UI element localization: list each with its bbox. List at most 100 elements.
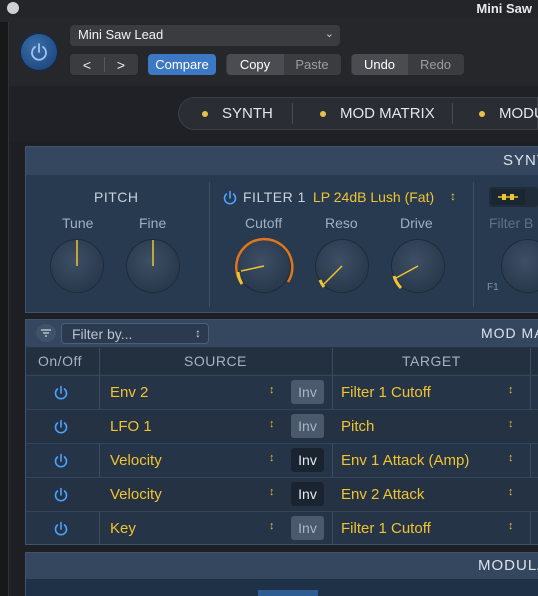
col-onoff: On/Off [38,353,82,369]
filter-power-icon[interactable] [222,190,238,206]
cutoff-knob[interactable] [235,237,294,292]
view-tabbar: SYNTH MOD MATRIX MODU [178,97,538,130]
source-select[interactable]: Key [110,520,136,537]
inv-button[interactable]: Inv [291,380,324,404]
filter-icon[interactable] [36,324,56,342]
drive-label: Drive [400,215,433,231]
target-select[interactable]: Env 2 Attack [341,486,424,503]
tab-divider [292,103,293,124]
tune-knob[interactable] [51,233,103,292]
inv-button[interactable]: Inv [291,516,324,540]
tab-synth[interactable]: SYNTH [202,97,273,130]
updown-chevron-icon: ↕ [269,486,275,498]
updown-chevron-icon: ↕ [269,520,275,532]
filter1-label: FILTER 1 [243,189,306,205]
preset-nav: < > [70,54,138,75]
tab-indicator-dot [202,110,208,117]
redo-button[interactable]: Redo [408,57,464,72]
modulators-title: MODULA [478,557,538,574]
inv-button[interactable]: Inv [291,448,324,472]
power-icon [54,521,68,536]
updown-chevron-icon: ↕ [269,418,275,430]
knob-indicator [392,265,419,290]
target-select[interactable]: Env 1 Attack (Amp) [341,452,469,469]
compare-button[interactable]: Compare [148,54,216,75]
filter-routing-toggle[interactable] [489,187,538,207]
table-row: Velocity ↕ Inv Env 1 Attack (Amp) ↕ [26,443,538,477]
updown-chevron-icon: ↕ [450,189,456,203]
cutoff-ring [235,237,294,285]
knob-indicator [318,265,343,288]
source-select[interactable]: Velocity [110,486,162,503]
power-icon [54,487,68,502]
target-select[interactable]: Filter 1 Cutoff [341,384,431,401]
tab-indicator-dot [320,110,326,117]
tab-indicator-dot [479,110,485,117]
target-select[interactable]: Filter 1 Cutoff [341,520,431,537]
power-icon [54,453,68,468]
modulator-tab-selected[interactable] [258,590,318,596]
filter-by-select[interactable]: Filter by... ↕ [61,323,209,344]
reso-label: Reso [325,215,358,231]
pitch-section-label: PITCH [94,189,139,205]
fine-knob[interactable] [127,240,179,292]
prev-preset-button[interactable]: < [70,57,104,73]
modulators-header [26,553,538,579]
drive-knob[interactable] [392,240,444,292]
copy-button[interactable]: Copy [226,54,284,75]
target-select[interactable]: Pitch [341,418,374,435]
col-source: SOURCE [184,353,247,369]
plugin-power-button[interactable] [20,33,58,71]
left-edge-strip [0,22,9,596]
filterb-label: Filter B [489,215,534,231]
preset-select[interactable]: Mini Saw Lead ⌄ [70,25,340,46]
col-target: TARGET [402,353,461,369]
copy-paste-group: Copy Paste [226,54,341,75]
toggle-segment [491,189,525,205]
filter-lines [41,329,51,337]
reso-knob[interactable] [316,240,368,292]
filter-type-select[interactable]: LP 24dB Lush (Fat) [313,189,434,205]
knob-indicator [152,240,154,266]
updown-chevron-icon: ↕ [508,418,514,430]
synth-panel-title: SYNT [503,152,538,169]
fine-label: Fine [139,215,167,231]
tab-divider [452,103,453,124]
section-divider [473,182,474,307]
window-close-button[interactable] [7,2,19,14]
inv-button[interactable]: Inv [291,482,324,506]
tab-label: SYNTH [222,105,273,122]
table-row: Key ↕ Inv Filter 1 Cutoff ↕ [26,511,538,545]
paste-button[interactable]: Paste [284,57,341,72]
tab-modulators[interactable]: MODU [479,97,538,130]
undo-button[interactable]: Undo [351,54,408,75]
filter-by-label: Filter by... [72,326,133,342]
updown-chevron-icon: ↕ [508,452,514,464]
updown-chevron-icon: ↕ [269,452,275,464]
tab-mod-matrix[interactable]: MOD MATRIX [320,97,435,130]
inv-button[interactable]: Inv [291,414,324,438]
mod-matrix-column-header [26,348,538,374]
knob-indicator [74,233,80,266]
nav-divider [104,57,105,72]
updown-chevron-icon: ↕ [508,520,514,532]
routing-icon [498,194,518,200]
table-row: Env 2 ↕ Inv Filter 1 Cutoff ↕ [26,375,538,409]
section-divider [209,182,210,307]
power-icon [54,385,68,400]
window-title: Mini Saw [476,1,532,16]
table-row: LFO 1 ↕ Inv Pitch ↕ [26,409,538,443]
source-select[interactable]: LFO 1 [110,418,152,435]
cutoff-label: Cutoff [245,215,283,231]
mod-matrix-title: MOD MA [481,325,538,341]
updown-chevron-icon: ↕ [195,326,201,340]
updown-chevron-icon: ↕ [508,384,514,396]
preset-name: Mini Saw Lead [78,27,164,42]
source-select[interactable]: Env 2 [110,384,148,401]
table-row: Velocity ↕ Inv Env 2 Attack ↕ [26,477,538,511]
tab-label: MOD MATRIX [340,105,435,122]
next-preset-button[interactable]: > [104,57,138,73]
chevron-down-icon: ⌄ [324,28,334,40]
updown-chevron-icon: ↕ [269,384,275,396]
source-select[interactable]: Velocity [110,452,162,469]
